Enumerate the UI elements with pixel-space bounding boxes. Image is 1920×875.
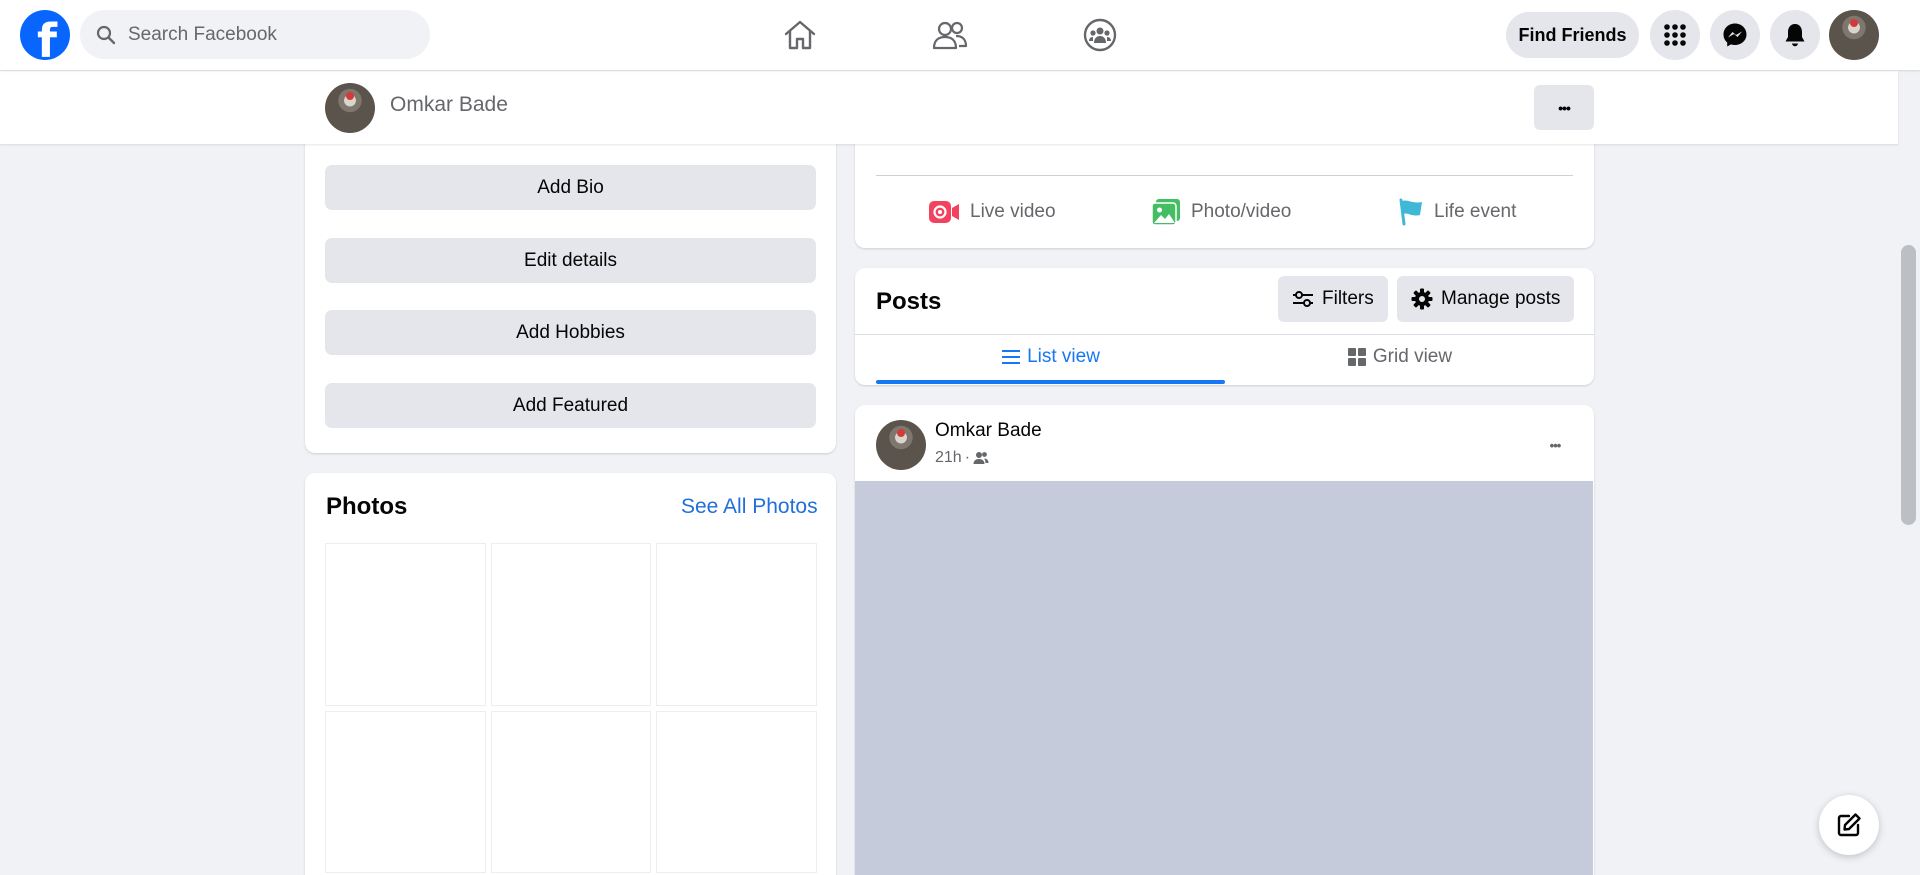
home-nav-button[interactable] bbox=[770, 10, 830, 60]
photo-video-button[interactable]: Photo/video bbox=[1151, 192, 1291, 232]
posts-header-card: Posts Filters Manage posts List view Gri… bbox=[855, 268, 1594, 385]
post-card: Omkar Bade 21h · ••• bbox=[855, 405, 1594, 875]
page-scrollbar-thumb[interactable] bbox=[1901, 245, 1916, 525]
facebook-logo-glyph: f bbox=[37, 14, 58, 60]
photo-thumbnail[interactable] bbox=[325, 543, 486, 706]
photo-thumbnail[interactable] bbox=[490, 710, 652, 873]
edit-details-label: Edit details bbox=[524, 249, 617, 271]
friends-icon bbox=[932, 21, 968, 50]
post-image[interactable] bbox=[855, 481, 1593, 875]
top-navigation-bar: f Find Friends bbox=[0, 0, 1920, 70]
post-timestamp[interactable]: 21h bbox=[935, 449, 962, 467]
photos-card: Photos See All Photos bbox=[305, 473, 836, 875]
post-options-button[interactable]: ••• bbox=[1535, 427, 1575, 463]
photo-thumbnail[interactable] bbox=[490, 543, 652, 706]
photos-title: Photos bbox=[326, 493, 408, 520]
filters-icon bbox=[1293, 291, 1313, 307]
post-meta: 21h · bbox=[935, 449, 989, 467]
messenger-button[interactable] bbox=[1710, 10, 1760, 60]
menu-button[interactable] bbox=[1650, 10, 1700, 60]
facebook-logo[interactable]: f bbox=[20, 10, 70, 60]
composer-divider bbox=[876, 175, 1573, 176]
add-bio-label: Add Bio bbox=[537, 176, 604, 198]
grid-view-label: Grid view bbox=[1372, 346, 1453, 367]
search-box[interactable] bbox=[80, 10, 430, 59]
find-friends-label: Find Friends bbox=[1518, 24, 1627, 45]
life-event-button[interactable]: Life event bbox=[1398, 192, 1516, 232]
live-video-label: Live video bbox=[970, 201, 1056, 222]
manage-posts-button[interactable]: Manage posts bbox=[1397, 276, 1575, 322]
notifications-button[interactable] bbox=[1770, 10, 1820, 60]
photo-video-icon bbox=[1151, 199, 1180, 226]
groups-nav-button[interactable] bbox=[1070, 10, 1130, 60]
search-input[interactable] bbox=[128, 23, 398, 46]
compose-edit-icon bbox=[1837, 813, 1861, 837]
more-dots-icon: ••• bbox=[1558, 99, 1571, 116]
groups-icon bbox=[1083, 18, 1117, 52]
friends-audience-icon[interactable] bbox=[973, 451, 989, 465]
search-icon bbox=[96, 25, 116, 44]
live-video-icon bbox=[929, 201, 959, 223]
intro-card: Add Bio Edit details Add Hobbies Add Fea… bbox=[305, 110, 836, 453]
profile-name[interactable]: Omkar Bade bbox=[390, 93, 508, 117]
life-event-flag-icon bbox=[1399, 198, 1422, 226]
photo-thumbnail[interactable] bbox=[656, 710, 817, 873]
new-message-button[interactable] bbox=[1819, 795, 1879, 855]
photo-video-label: Photo/video bbox=[1191, 201, 1292, 222]
add-featured-label: Add Featured bbox=[512, 394, 629, 416]
active-tab-indicator bbox=[876, 380, 1225, 384]
profile-more-button[interactable]: ••• bbox=[1534, 85, 1594, 130]
profile-avatar[interactable] bbox=[325, 83, 375, 133]
photo-thumbnail[interactable] bbox=[656, 543, 817, 706]
profile-sticky-bar: Omkar Bade ••• bbox=[0, 71, 1898, 144]
friends-nav-button[interactable] bbox=[920, 10, 980, 60]
grid-view-icon bbox=[1347, 348, 1366, 366]
notifications-bell-icon bbox=[1785, 24, 1805, 47]
list-view-label: List view bbox=[1027, 346, 1100, 367]
edit-details-button[interactable]: Edit details bbox=[325, 238, 816, 283]
post-author-avatar[interactable] bbox=[876, 420, 926, 470]
menu-grid-icon bbox=[1664, 24, 1686, 46]
photo-thumbnail[interactable] bbox=[325, 710, 486, 873]
home-icon bbox=[784, 20, 816, 50]
list-view-icon bbox=[1002, 350, 1021, 364]
add-featured-button[interactable]: Add Featured bbox=[325, 383, 816, 428]
see-all-photos-link[interactable]: See All Photos bbox=[681, 495, 818, 519]
add-hobbies-button[interactable]: Add Hobbies bbox=[325, 310, 816, 355]
account-avatar[interactable] bbox=[1829, 10, 1879, 60]
filters-label: Filters bbox=[1322, 288, 1374, 309]
find-friends-button[interactable]: Find Friends bbox=[1506, 12, 1639, 58]
live-video-button[interactable]: Live video bbox=[928, 192, 1056, 232]
add-hobbies-label: Add Hobbies bbox=[516, 321, 625, 343]
manage-posts-label: Manage posts bbox=[1441, 288, 1561, 309]
filters-button[interactable]: Filters bbox=[1278, 276, 1388, 322]
tab-grid-view[interactable]: Grid view bbox=[1225, 332, 1574, 382]
post-author-name[interactable]: Omkar Bade bbox=[935, 420, 1042, 442]
gear-icon bbox=[1411, 288, 1433, 310]
messenger-icon bbox=[1723, 23, 1747, 47]
add-bio-button[interactable]: Add Bio bbox=[325, 165, 816, 210]
tab-list-view[interactable]: List view bbox=[876, 332, 1225, 382]
posts-title: Posts bbox=[876, 288, 942, 315]
meta-separator: · bbox=[964, 449, 971, 466]
life-event-label: Life event bbox=[1434, 201, 1517, 222]
photo-grid bbox=[325, 543, 817, 873]
